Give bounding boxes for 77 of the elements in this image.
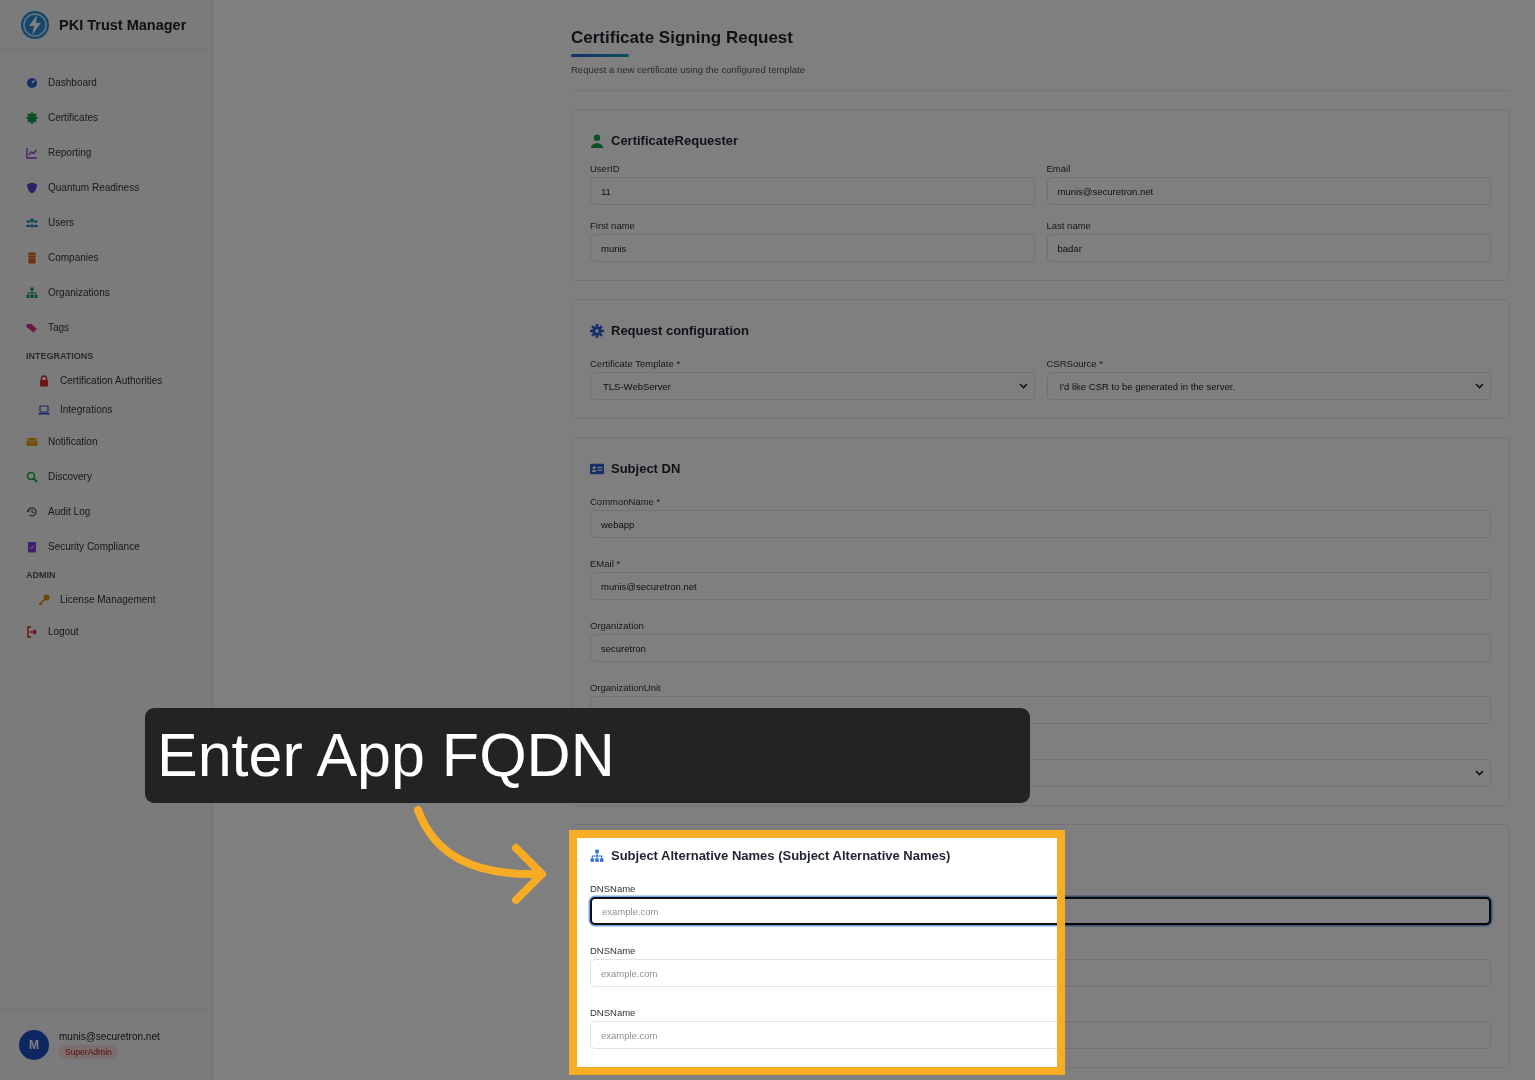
input-field[interactable]: munis@securetron.net xyxy=(590,572,1491,600)
sidebar-item[interactable]: Logout xyxy=(0,614,79,649)
input-field[interactable]: example.com xyxy=(590,897,1491,925)
gear-icon xyxy=(590,323,604,338)
sidebar-item[interactable]: Reporting xyxy=(0,135,92,170)
sidebar-item[interactable]: Companies xyxy=(0,240,99,275)
field-label: Certificate Template * xyxy=(590,358,681,369)
person-icon xyxy=(590,133,604,148)
sidebar-item[interactable]: Security Compliance xyxy=(0,529,140,564)
app-title: PKI Trust Manager xyxy=(59,17,187,33)
sidebar-item[interactable]: Tags xyxy=(0,310,70,345)
field-label: OrganizationUnit xyxy=(590,682,661,693)
field-label: First name xyxy=(590,220,635,231)
hierarchy-icon xyxy=(26,286,38,299)
field-label: Email xyxy=(1046,163,1071,174)
clipboard-icon xyxy=(26,540,38,553)
sidebar-item[interactable]: Notification xyxy=(0,424,98,459)
hierarchy-icon xyxy=(590,848,604,863)
lock-icon xyxy=(38,374,50,387)
sidebar-item[interactable]: Quantum Readiness xyxy=(0,170,140,205)
history-icon xyxy=(26,505,38,518)
sidebar-item[interactable]: Certificates xyxy=(0,100,98,135)
key-icon xyxy=(38,593,50,606)
field-label: DNSName xyxy=(590,1007,636,1018)
sidebar-item[interactable]: License Management xyxy=(0,585,156,614)
users-icon xyxy=(26,216,38,229)
sidebar-item[interactable]: Certification Authorities xyxy=(0,366,163,395)
field-label: CSRSource * xyxy=(1046,358,1103,369)
shield-icon xyxy=(26,181,38,194)
page-title: Certificate Signing Request xyxy=(571,28,793,48)
page-subtitle: Request a new certificate using the configured template xyxy=(571,64,805,75)
logout-icon xyxy=(26,625,38,638)
field-label: CommonName * xyxy=(590,496,661,507)
tag-icon xyxy=(26,321,38,334)
building-icon xyxy=(26,251,38,264)
sidebar-item[interactable]: Integrations xyxy=(0,395,113,424)
sidebar-item[interactable]: Organizations xyxy=(0,275,110,310)
card-title: Subject DN xyxy=(611,461,681,476)
field-label: UserID xyxy=(590,163,620,174)
input-field[interactable]: 11 xyxy=(590,177,1035,205)
field-label: Organization xyxy=(590,620,644,631)
user-email: munis@securetron.net xyxy=(59,1031,160,1042)
line-chart-icon xyxy=(26,146,38,159)
id-card-icon xyxy=(590,461,604,476)
field-label: Last name xyxy=(1046,220,1091,231)
badge-icon xyxy=(26,111,38,124)
dropdown[interactable]: TLS-WebServer xyxy=(590,372,1035,400)
logo-icon xyxy=(20,10,50,40)
field-label: EMail * xyxy=(590,558,621,569)
role-badge: SuperAdmin xyxy=(59,1045,118,1059)
card-title: Subject Alternative Names (Subject Alternative Names) xyxy=(611,848,951,863)
search-icon xyxy=(26,470,38,483)
sidebar-item[interactable]: Discovery xyxy=(0,459,92,494)
section-heading: ADMIN xyxy=(25,569,56,582)
chevron-icon xyxy=(1475,770,1484,776)
input-field[interactable]: webapp xyxy=(590,510,1491,538)
hint-tooltip: Enter App FQDN xyxy=(145,708,1030,803)
gauge-icon xyxy=(26,76,38,89)
input-field[interactable]: badar xyxy=(1046,234,1491,262)
input-field[interactable]: munis@securetron.net xyxy=(1046,177,1491,205)
laptop-icon xyxy=(38,403,50,416)
envelope-icon xyxy=(26,435,38,448)
sidebar-item[interactable]: Users xyxy=(0,205,75,240)
sidebar-item[interactable]: Dashboard xyxy=(0,65,97,100)
chevron-icon xyxy=(1475,383,1484,389)
input-field[interactable]: munis xyxy=(590,234,1035,262)
chevron-icon xyxy=(1018,383,1028,389)
avatar: M xyxy=(19,1030,49,1060)
field-label: DNSName xyxy=(590,945,636,956)
field-label: DNSName xyxy=(590,883,636,894)
sidebar-item[interactable]: Audit Log xyxy=(0,494,91,529)
card-title: Request configuration xyxy=(611,323,749,338)
dropdown[interactable]: I'd like CSR to be generated in the server. xyxy=(1046,372,1491,400)
input-field[interactable]: securetron xyxy=(590,634,1491,662)
card-title: CertificateRequester xyxy=(611,133,739,148)
section-heading: INTEGRATIONS xyxy=(25,350,94,363)
title-underline xyxy=(571,54,629,57)
